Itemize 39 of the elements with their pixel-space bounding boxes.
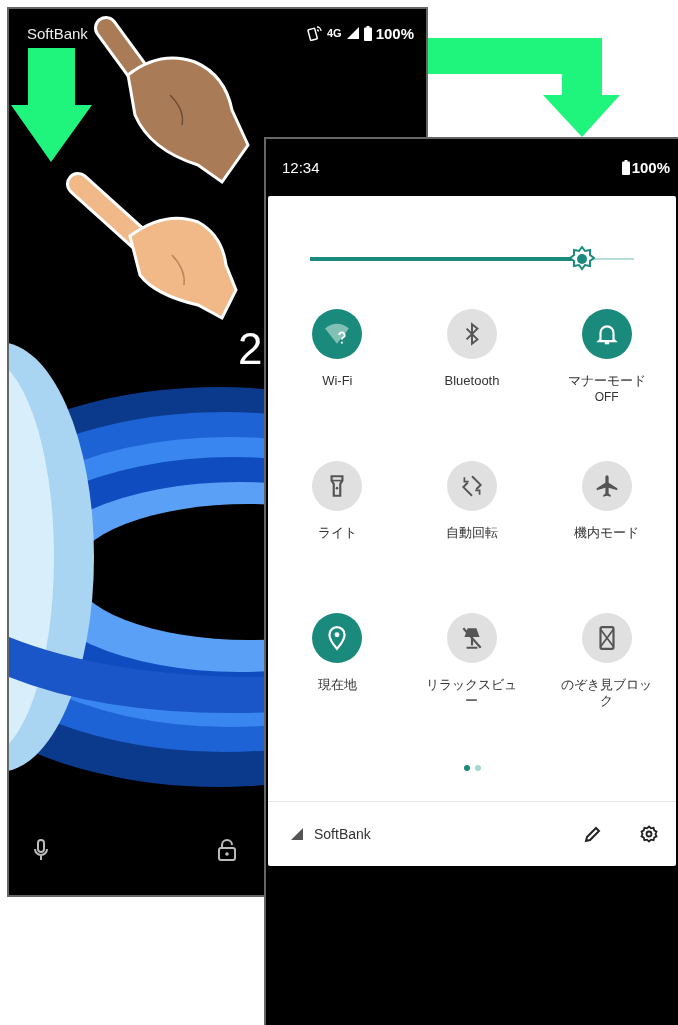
brightness-slider[interactable] [310, 246, 634, 272]
toggle-button[interactable] [581, 309, 632, 359]
signal-icon [290, 827, 304, 841]
rotate-icon [459, 473, 485, 499]
slider-thumb[interactable] [569, 246, 596, 272]
settings-icon[interactable] [640, 825, 658, 843]
tile-label: マナーモード [566, 373, 647, 389]
toggle-button[interactable] [312, 461, 363, 511]
carrier-name: SoftBank [27, 24, 88, 42]
tile-label: Wi-Fi [321, 373, 354, 389]
toggle-button[interactable] [447, 461, 497, 511]
battery-icon [621, 160, 630, 175]
network-type: 4G [326, 27, 342, 39]
toggle-button[interactable] [447, 613, 497, 663]
status-time: 12:34 [282, 159, 320, 176]
battery-icon [363, 25, 372, 41]
tile-status: OFF [594, 389, 619, 405]
battery-level: 100% [631, 159, 670, 176]
microphone-icon[interactable] [33, 839, 49, 861]
tile-label: のぞき見ブロック [560, 677, 654, 709]
carrier-name: SoftBank [314, 826, 371, 842]
pencil-icon[interactable] [584, 825, 602, 843]
tile-label: リラックスビュー [425, 677, 519, 709]
toggle-button[interactable] [447, 309, 497, 359]
toggle-button[interactable] [581, 613, 632, 663]
signal-icon [345, 26, 360, 40]
toggle-button[interactable] [312, 309, 363, 359]
tile-label: 現在地 [316, 677, 358, 693]
clock-text: 2 [238, 327, 263, 371]
unlock-icon[interactable] [218, 839, 236, 861]
toggle-button[interactable] [312, 613, 363, 663]
tile-label: ライト [316, 525, 358, 541]
tile-label: Bluetooth [443, 373, 501, 389]
wifi-icon [324, 321, 351, 347]
tile-label: 自動回転 [445, 525, 499, 541]
toggle-button[interactable] [581, 461, 632, 511]
tile-label: 機内モード [573, 525, 641, 541]
nfc-icon [306, 25, 323, 41]
battery-level: 100% [375, 24, 414, 42]
